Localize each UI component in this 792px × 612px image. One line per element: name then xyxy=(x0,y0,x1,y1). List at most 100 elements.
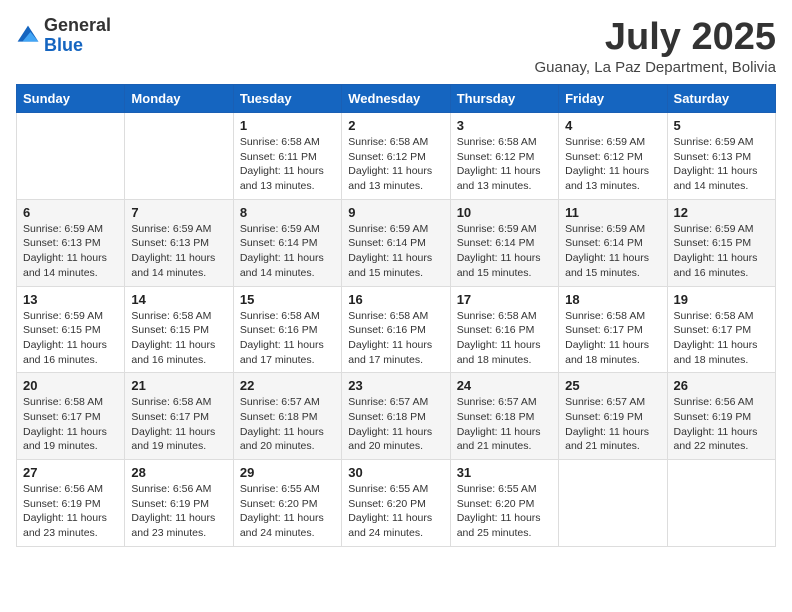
page-header: General Blue July 2025 Guanay, La Paz De… xyxy=(16,16,776,76)
day-info: Sunrise: 6:58 AM Sunset: 6:15 PM Dayligh… xyxy=(131,309,226,368)
calendar-cell: 5 Sunrise: 6:59 AM Sunset: 6:13 PM Daylig… xyxy=(667,113,775,200)
day-info: Sunrise: 6:59 AM Sunset: 6:14 PM Dayligh… xyxy=(565,222,660,281)
day-info: Sunrise: 6:59 AM Sunset: 6:13 PM Dayligh… xyxy=(23,222,118,281)
day-info: Sunrise: 6:55 AM Sunset: 6:20 PM Dayligh… xyxy=(457,482,552,541)
calendar-cell: 6 Sunrise: 6:59 AM Sunset: 6:13 PM Daylig… xyxy=(17,199,125,286)
day-info: Sunrise: 6:59 AM Sunset: 6:15 PM Dayligh… xyxy=(23,309,118,368)
logo-blue-text: Blue xyxy=(44,36,111,56)
calendar-cell: 29Sunrise: 6:55 AM Sunset: 6:20 PM Dayli… xyxy=(233,460,341,547)
day-number: 1 xyxy=(240,118,335,133)
calendar-cell: 7 Sunrise: 6:59 AM Sunset: 6:13 PM Daylig… xyxy=(125,199,233,286)
calendar-cell: 24 Sunrise: 6:57 AM Sunset: 6:18 PM Dayli… xyxy=(450,373,558,460)
day-number: 13 xyxy=(23,292,118,307)
calendar-cell: 18 Sunrise: 6:58 AM Sunset: 6:17 PM Dayli… xyxy=(559,286,667,373)
weekday-header-monday: Monday xyxy=(125,85,233,113)
day-number: 30 xyxy=(348,465,443,480)
day-number: 4 xyxy=(565,118,660,133)
calendar-cell: 17 Sunrise: 6:58 AM Sunset: 6:16 PM Dayli… xyxy=(450,286,558,373)
day-number: 11 xyxy=(565,205,660,220)
day-number: 27 xyxy=(23,465,118,480)
day-number: 26 xyxy=(674,378,769,393)
day-number: 8 xyxy=(240,205,335,220)
calendar-cell: 14 Sunrise: 6:58 AM Sunset: 6:15 PM Dayli… xyxy=(125,286,233,373)
day-info: Sunrise: 6:57 AM Sunset: 6:19 PM Dayligh… xyxy=(565,395,660,454)
day-number: 24 xyxy=(457,378,552,393)
calendar-week-4: 20 Sunrise: 6:58 AM Sunset: 6:17 PM Dayli… xyxy=(17,373,776,460)
weekday-header-wednesday: Wednesday xyxy=(342,85,450,113)
day-number: 23 xyxy=(348,378,443,393)
weekday-header-tuesday: Tuesday xyxy=(233,85,341,113)
calendar-cell: 15Sunrise: 6:58 AM Sunset: 6:16 PM Dayli… xyxy=(233,286,341,373)
day-info: Sunrise: 6:58 AM Sunset: 6:16 PM Dayligh… xyxy=(348,309,443,368)
day-info: Sunrise: 6:55 AM Sunset: 6:20 PM Dayligh… xyxy=(348,482,443,541)
day-info: Sunrise: 6:58 AM Sunset: 6:11 PM Dayligh… xyxy=(240,135,335,194)
day-info: Sunrise: 6:57 AM Sunset: 6:18 PM Dayligh… xyxy=(457,395,552,454)
calendar-cell: 30 Sunrise: 6:55 AM Sunset: 6:20 PM Dayli… xyxy=(342,460,450,547)
calendar-cell: 27Sunrise: 6:56 AM Sunset: 6:19 PM Dayli… xyxy=(17,460,125,547)
calendar-cell: 22Sunrise: 6:57 AM Sunset: 6:18 PM Dayli… xyxy=(233,373,341,460)
calendar-cell xyxy=(559,460,667,547)
calendar-cell: 20 Sunrise: 6:58 AM Sunset: 6:17 PM Dayli… xyxy=(17,373,125,460)
calendar-cell: 11 Sunrise: 6:59 AM Sunset: 6:14 PM Dayli… xyxy=(559,199,667,286)
calendar-week-2: 6 Sunrise: 6:59 AM Sunset: 6:13 PM Daylig… xyxy=(17,199,776,286)
day-number: 9 xyxy=(348,205,443,220)
day-number: 16 xyxy=(348,292,443,307)
day-info: Sunrise: 6:59 AM Sunset: 6:14 PM Dayligh… xyxy=(240,222,335,281)
day-number: 2 xyxy=(348,118,443,133)
day-number: 6 xyxy=(23,205,118,220)
calendar-cell xyxy=(17,113,125,200)
calendar-cell: 13 Sunrise: 6:59 AM Sunset: 6:15 PM Dayli… xyxy=(17,286,125,373)
day-number: 21 xyxy=(131,378,226,393)
day-number: 12 xyxy=(674,205,769,220)
calendar-cell: 2 Sunrise: 6:58 AM Sunset: 6:12 PM Daylig… xyxy=(342,113,450,200)
month-title: July 2025 xyxy=(534,16,776,59)
day-info: Sunrise: 6:58 AM Sunset: 6:17 PM Dayligh… xyxy=(674,309,769,368)
calendar-cell xyxy=(125,113,233,200)
day-number: 20 xyxy=(23,378,118,393)
calendar-cell: 25 Sunrise: 6:57 AM Sunset: 6:19 PM Dayli… xyxy=(559,373,667,460)
calendar-cell: 21 Sunrise: 6:58 AM Sunset: 6:17 PM Dayli… xyxy=(125,373,233,460)
calendar-cell: 31 Sunrise: 6:55 AM Sunset: 6:20 PM Dayli… xyxy=(450,460,558,547)
calendar-cell: 10Sunrise: 6:59 AM Sunset: 6:14 PM Dayli… xyxy=(450,199,558,286)
calendar-cell: 8 Sunrise: 6:59 AM Sunset: 6:14 PM Daylig… xyxy=(233,199,341,286)
day-info: Sunrise: 6:59 AM Sunset: 6:13 PM Dayligh… xyxy=(674,135,769,194)
calendar-cell: 12 Sunrise: 6:59 AM Sunset: 6:15 PM Dayli… xyxy=(667,199,775,286)
day-info: Sunrise: 6:58 AM Sunset: 6:16 PM Dayligh… xyxy=(457,309,552,368)
logo: General Blue xyxy=(16,16,111,56)
calendar-week-1: 1 Sunrise: 6:58 AM Sunset: 6:11 PM Daylig… xyxy=(17,113,776,200)
weekday-header-row: SundayMondayTuesdayWednesdayThursdayFrid… xyxy=(17,85,776,113)
day-number: 17 xyxy=(457,292,552,307)
calendar-cell: 16 Sunrise: 6:58 AM Sunset: 6:16 PM Dayli… xyxy=(342,286,450,373)
title-block: July 2025 Guanay, La Paz Department, Bol… xyxy=(534,16,776,76)
logo-icon xyxy=(16,24,40,48)
calendar-table: SundayMondayTuesdayWednesdayThursdayFrid… xyxy=(16,84,776,547)
day-info: Sunrise: 6:59 AM Sunset: 6:14 PM Dayligh… xyxy=(457,222,552,281)
day-info: Sunrise: 6:55 AM Sunset: 6:20 PM Dayligh… xyxy=(240,482,335,541)
day-number: 15 xyxy=(240,292,335,307)
calendar-cell: 23Sunrise: 6:57 AM Sunset: 6:18 PM Dayli… xyxy=(342,373,450,460)
day-info: Sunrise: 6:59 AM Sunset: 6:15 PM Dayligh… xyxy=(674,222,769,281)
day-info: Sunrise: 6:58 AM Sunset: 6:17 PM Dayligh… xyxy=(565,309,660,368)
day-number: 18 xyxy=(565,292,660,307)
calendar-cell xyxy=(667,460,775,547)
day-number: 5 xyxy=(674,118,769,133)
day-number: 7 xyxy=(131,205,226,220)
day-info: Sunrise: 6:59 AM Sunset: 6:13 PM Dayligh… xyxy=(131,222,226,281)
day-number: 19 xyxy=(674,292,769,307)
day-info: Sunrise: 6:58 AM Sunset: 6:17 PM Dayligh… xyxy=(131,395,226,454)
day-info: Sunrise: 6:56 AM Sunset: 6:19 PM Dayligh… xyxy=(131,482,226,541)
day-info: Sunrise: 6:58 AM Sunset: 6:12 PM Dayligh… xyxy=(457,135,552,194)
day-number: 22 xyxy=(240,378,335,393)
calendar-week-5: 27 Sunrise: 6:56 AM Sunset: 6:19 PM Dayli… xyxy=(17,460,776,547)
day-info: Sunrise: 6:58 AM Sunset: 6:12 PM Dayligh… xyxy=(348,135,443,194)
day-info: Sunrise: 6:58 AM Sunset: 6:17 PM Dayligh… xyxy=(23,395,118,454)
day-number: 31 xyxy=(457,465,552,480)
day-number: 3 xyxy=(457,118,552,133)
day-number: 14 xyxy=(131,292,226,307)
calendar-cell: 28Sunrise: 6:56 AM Sunset: 6:19 PM Dayli… xyxy=(125,460,233,547)
day-number: 25 xyxy=(565,378,660,393)
calendar-cell: 3 Sunrise: 6:58 AM Sunset: 6:12 PM Daylig… xyxy=(450,113,558,200)
weekday-header-friday: Friday xyxy=(559,85,667,113)
calendar-cell: 19 Sunrise: 6:58 AM Sunset: 6:17 PM Dayli… xyxy=(667,286,775,373)
day-info: Sunrise: 6:59 AM Sunset: 6:12 PM Dayligh… xyxy=(565,135,660,194)
